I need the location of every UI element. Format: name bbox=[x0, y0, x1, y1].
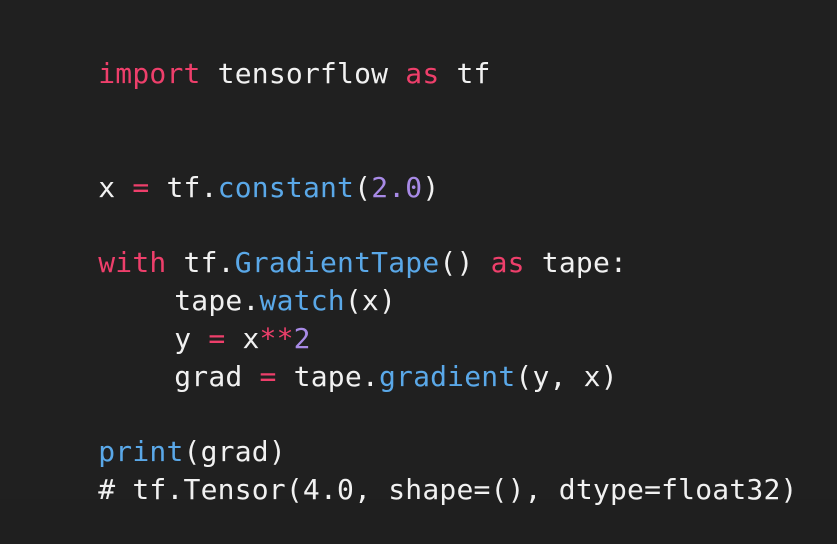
keyword-import: import bbox=[98, 57, 201, 90]
operator-assign: = bbox=[132, 171, 150, 204]
paren-open: ( bbox=[354, 171, 372, 204]
module-name: tensorflow bbox=[200, 57, 406, 90]
object-tape: tape. bbox=[276, 360, 379, 393]
object-tf: tf. bbox=[149, 171, 218, 204]
number-literal: 2.0 bbox=[371, 171, 423, 204]
function-gradient: gradient bbox=[378, 360, 516, 393]
paren-close: ) bbox=[422, 171, 440, 204]
code-line-import: import tensorflow as tf bbox=[30, 20, 491, 128]
code-editor: import tensorflow as tf x = tf.constant(… bbox=[0, 0, 837, 506]
keyword-as: as bbox=[490, 246, 525, 279]
keyword-as: as bbox=[405, 57, 440, 90]
call-args: (y, x) bbox=[515, 360, 618, 393]
call-args: (x) bbox=[344, 284, 397, 317]
with-target: tape: bbox=[524, 246, 628, 279]
operator-assign: = bbox=[259, 360, 277, 393]
variable-grad: grad bbox=[174, 360, 260, 393]
function-constant: constant bbox=[217, 171, 355, 204]
call-parens: () bbox=[439, 246, 491, 279]
code-comment: # tf.Tensor(4.0, shape=(), dtype=float32… bbox=[98, 473, 798, 506]
variable-x: x bbox=[98, 171, 133, 204]
module-alias: tf bbox=[439, 57, 491, 90]
code-line-comment: # tf.Tensor(4.0, shape=(), dtype=float32… bbox=[30, 436, 798, 544]
